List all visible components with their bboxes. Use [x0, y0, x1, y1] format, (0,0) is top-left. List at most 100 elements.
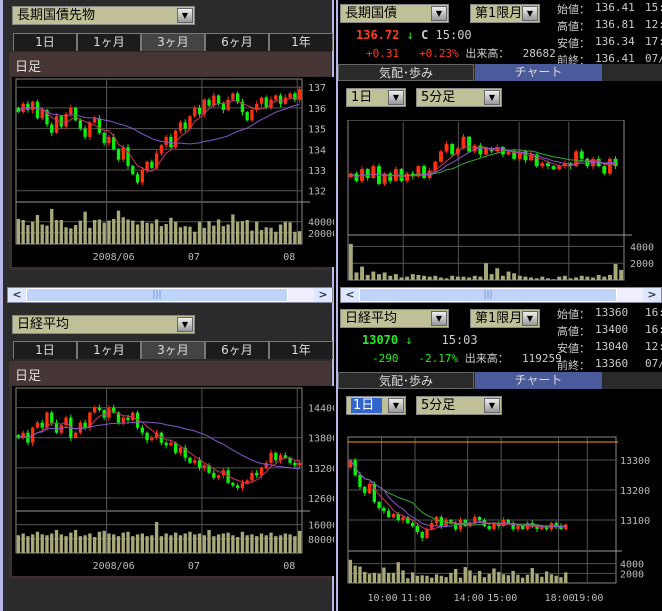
- candle-down: [420, 532, 424, 538]
- candle-down: [382, 508, 386, 511]
- candle-down: [521, 526, 525, 529]
- scroll-left-icon[interactable]: <: [341, 288, 359, 302]
- tab-6m[interactable]: 6ヶ月: [205, 33, 269, 51]
- volume-bar: [495, 268, 500, 280]
- chevron-down-icon[interactable]: ▼: [522, 6, 538, 21]
- volume-bar: [439, 575, 443, 583]
- chevron-down-icon[interactable]: ▼: [431, 6, 447, 21]
- stat-value: 13040: [595, 340, 629, 353]
- volume-bar: [73, 529, 78, 553]
- last-price: 136.72: [356, 28, 400, 42]
- candle-up: [159, 145, 164, 154]
- candle-down: [183, 122, 187, 129]
- change-pct: +0.23%: [419, 47, 459, 60]
- instrument-select[interactable]: 日経平均 ▼: [12, 315, 195, 334]
- stat-time: 17:: [645, 35, 662, 48]
- volume-bar: [231, 535, 235, 553]
- tab-3m[interactable]: 3ヶ月: [141, 341, 205, 359]
- tab-1d[interactable]: 1日: [13, 33, 77, 51]
- tab-1m[interactable]: 1ヶ月: [77, 341, 141, 359]
- tab-quotes[interactable]: 気配･歩み: [338, 372, 474, 389]
- chevron-down-icon[interactable]: ▼: [388, 90, 404, 105]
- candle-down: [274, 452, 278, 461]
- tab-1m[interactable]: 1ヶ月: [77, 33, 141, 51]
- span-value: 1日: [351, 398, 383, 413]
- tab-1y[interactable]: 1年: [269, 341, 333, 359]
- volume-bar: [430, 577, 434, 583]
- chevron-down-icon[interactable]: ▼: [177, 317, 193, 332]
- tab-6m[interactable]: 6ヶ月: [205, 341, 269, 359]
- volume-bar: [202, 535, 206, 553]
- contract-select[interactable]: 第1限月 ▼: [470, 309, 540, 328]
- tab-1y[interactable]: 1年: [269, 33, 333, 51]
- volume-bar: [50, 533, 54, 553]
- scroll-thumb[interactable]: |||: [359, 288, 617, 302]
- tab-quotes[interactable]: 気配･歩み: [338, 64, 474, 81]
- stat-label: 前終：: [557, 359, 590, 372]
- tab-3m[interactable]: 3ヶ月: [141, 33, 205, 51]
- chevron-down-icon[interactable]: ▼: [388, 398, 404, 413]
- span-select[interactable]: 1日 ▼: [346, 88, 406, 107]
- volume-bar: [102, 530, 106, 553]
- volume-bar: [554, 575, 558, 583]
- volume-bar: [487, 573, 491, 583]
- volume-bar: [188, 226, 192, 244]
- chevron-down-icon[interactable]: ▼: [484, 398, 500, 413]
- candle-down: [467, 136, 472, 152]
- scroll-left-icon[interactable]: <: [8, 288, 26, 302]
- candle-up: [178, 122, 183, 131]
- volume-tick-label: 160000: [308, 521, 334, 532]
- stat-label: 高値：: [557, 325, 590, 338]
- volume-bar: [365, 274, 370, 280]
- candle-down: [487, 526, 491, 529]
- price-time: 15:03: [441, 333, 478, 347]
- chevron-down-icon[interactable]: ▼: [431, 311, 447, 326]
- last-price-row: 136.72 ↓ C 15:00: [356, 28, 472, 42]
- volume-bar: [16, 218, 21, 244]
- contract-value: 第1限月: [475, 311, 523, 326]
- y-tick-label: 13800: [308, 434, 334, 445]
- chevron-down-icon[interactable]: ▼: [522, 311, 538, 326]
- scroll-right-icon[interactable]: >: [643, 288, 661, 302]
- volume-bar: [97, 219, 102, 244]
- span-select[interactable]: 1日 ▼: [346, 396, 406, 415]
- scroll-right-icon[interactable]: >: [314, 288, 332, 302]
- volume-bar: [410, 274, 415, 280]
- tab-chart[interactable]: チャート: [475, 64, 602, 81]
- volume-bar: [121, 217, 125, 244]
- tab-1d[interactable]: 1日: [13, 341, 77, 359]
- interval-select[interactable]: 5分足 ▼: [416, 396, 502, 415]
- scroll-thumb[interactable]: |||: [26, 288, 288, 302]
- volume-bar: [449, 572, 453, 583]
- tab-chart[interactable]: チャート: [475, 372, 602, 389]
- candle-down: [97, 407, 102, 411]
- chevron-down-icon[interactable]: ▼: [177, 8, 193, 23]
- candle-down: [216, 95, 221, 104]
- candle-up: [259, 97, 264, 104]
- volume-bar: [59, 534, 63, 553]
- down-arrow-icon: ↓: [405, 333, 413, 347]
- instrument-select[interactable]: 長期国債 ▼: [340, 4, 449, 23]
- volume-bar: [197, 533, 202, 553]
- candle-down: [235, 485, 240, 488]
- candle-down: [212, 472, 216, 478]
- interval-select[interactable]: 5分足 ▼: [416, 88, 502, 107]
- candle-down: [207, 99, 211, 106]
- volume-bar: [145, 536, 149, 553]
- stat-label: 安値：: [557, 342, 590, 355]
- volume-bar: [484, 263, 488, 280]
- volume-bar: [264, 227, 268, 244]
- candle-down: [255, 472, 259, 476]
- instrument-select[interactable]: 長期国債先物 ▼: [12, 6, 195, 25]
- contract-select[interactable]: 第1限月 ▼: [470, 4, 540, 23]
- volume-bar: [399, 277, 404, 280]
- horizontal-scrollbar[interactable]: < ||| >: [7, 287, 333, 303]
- change-row: -290 -2.17% 出来高： 119259: [372, 350, 562, 366]
- horizontal-scrollbar[interactable]: < ||| >: [340, 287, 662, 303]
- volume-bar: [207, 529, 211, 553]
- instrument-select[interactable]: 日経平均 ▼: [340, 309, 449, 328]
- chevron-down-icon[interactable]: ▼: [484, 90, 500, 105]
- volume-tick-label: 2000: [630, 259, 654, 270]
- candle-down: [231, 482, 235, 486]
- volume-bar: [83, 211, 87, 244]
